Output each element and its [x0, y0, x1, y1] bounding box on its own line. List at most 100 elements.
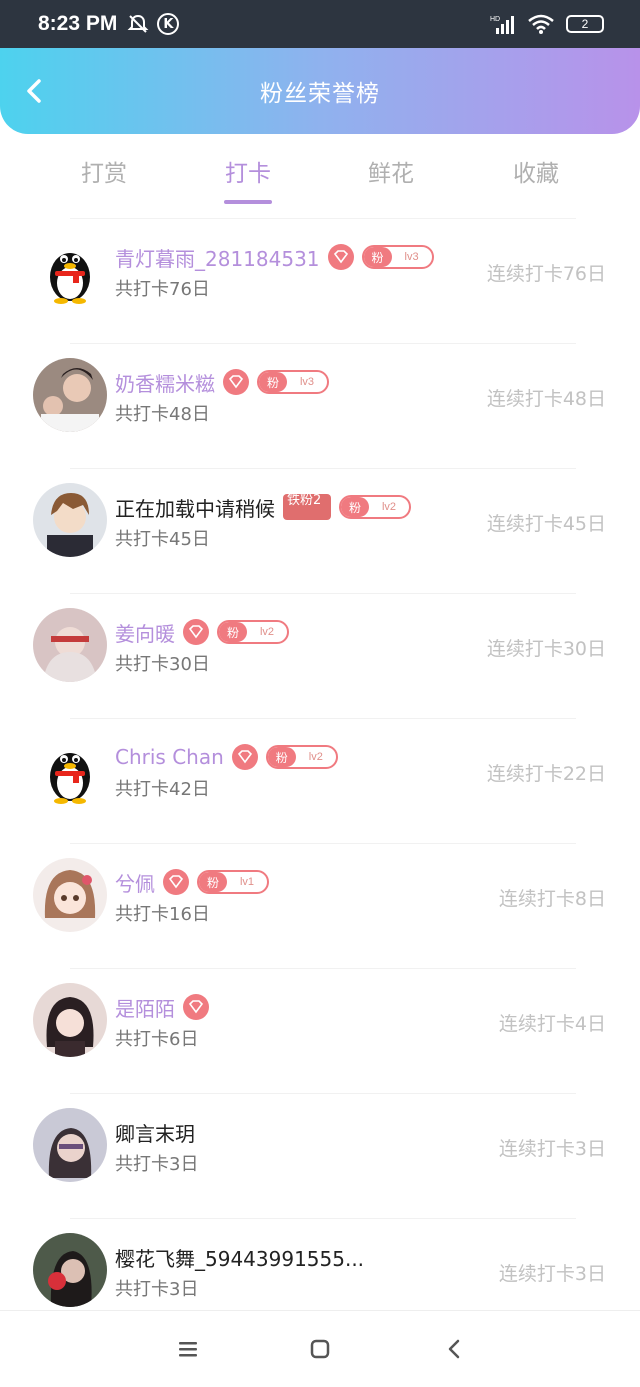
streak-checkin: 连续打卡76日 — [486, 263, 606, 285]
status-right-icons: HD 2 — [490, 14, 604, 34]
diamond-icon — [183, 619, 209, 645]
list-item[interactable]: 卿言末玥 共打卡3日 连续打卡3日 — [0, 1094, 640, 1219]
tab-label: 鲜花 — [368, 161, 414, 187]
level-label: lv3 — [404, 251, 419, 263]
fan-level-badge: 粉 lv3 — [257, 370, 329, 394]
iron-fan-badge: 铁粉2 — [283, 494, 331, 520]
level-label: lv2 — [259, 626, 275, 638]
user-name[interactable]: 兮佩 — [115, 868, 155, 897]
total-checkin: 共打卡6日 — [115, 1029, 199, 1050]
total-checkin: 共打卡3日 — [115, 1154, 199, 1175]
page-title: 粉丝荣誉榜 — [260, 81, 380, 107]
avatar[interactable] — [33, 1233, 107, 1307]
list-item[interactable]: 是陌陌 共打卡6日 连续打卡4日 — [0, 969, 640, 1094]
list-item[interactable]: 正在加载中请稍候 铁粉2 粉 lv2 共打卡45日 连续打卡45日 — [0, 469, 640, 594]
user-name[interactable]: Chris Chan — [115, 745, 224, 769]
avatar[interactable] — [33, 233, 107, 307]
home-icon[interactable] — [308, 1337, 332, 1361]
streak-checkin: 连续打卡4日 — [498, 1013, 606, 1035]
user-name[interactable]: 卿言末玥 — [115, 1118, 195, 1147]
fan-list: 青灯暮雨_281184531 粉 lv3 共打卡76日 连续打卡76日 奶香糯米糍… — [0, 219, 640, 1344]
name-line: 兮佩 粉 lv1 — [115, 868, 269, 896]
user-name[interactable]: 正在加载中请稍候 — [115, 493, 275, 522]
streak-checkin: 连续打卡22日 — [486, 763, 606, 785]
avatar[interactable] — [33, 858, 107, 932]
diamond-icon — [231, 744, 258, 770]
total-checkin: 共打卡30日 — [115, 654, 210, 675]
system-nav-bar — [0, 1310, 640, 1387]
avatar[interactable] — [33, 358, 107, 432]
user-name[interactable]: 是陌陌 — [115, 993, 175, 1022]
streak-checkin: 连续打卡30日 — [486, 638, 606, 660]
status-time: 8:23 PM — [38, 12, 118, 35]
fan-level-badge: 粉 lv2 — [217, 620, 289, 644]
tab-label: 打卡 — [225, 161, 271, 187]
qq-penguin-icon — [33, 733, 107, 807]
fan-level-badge: 粉 lv2 — [265, 745, 338, 769]
hd-label: HD — [490, 16, 500, 23]
avatar[interactable] — [33, 983, 107, 1057]
tab-favorites[interactable]: 收藏 — [476, 154, 596, 188]
fan-label: 粉 — [341, 497, 369, 517]
total-checkin: 共打卡48日 — [115, 404, 210, 425]
diamond-icon — [163, 869, 189, 895]
user-photo-icon — [33, 608, 107, 682]
fan-level-badge: 粉 lv1 — [197, 870, 269, 894]
fan-label: 粉 — [259, 372, 287, 392]
diamond-icon — [327, 244, 354, 270]
anime-avatar-icon — [33, 858, 107, 932]
list-item[interactable]: 姜向暖 粉 lv2 共打卡30日 连续打卡30日 — [0, 594, 640, 719]
list-item[interactable]: 奶香糯米糍 粉 lv3 共打卡48日 连续打卡48日 — [0, 344, 640, 469]
tab-label: 打赏 — [81, 161, 127, 187]
fan-level-badge: 粉 lv3 — [361, 245, 434, 269]
status-left-icons: K — [127, 13, 180, 35]
active-tab-indicator — [224, 200, 272, 204]
list-item[interactable]: Chris Chan 粉 lv2 共打卡42日 连续打卡22日 — [0, 719, 640, 844]
wifi-icon — [528, 14, 554, 34]
fan-level-badge: 粉 lv2 — [339, 495, 411, 519]
tab-checkin[interactable]: 打卡 — [188, 154, 308, 204]
streak-checkin: 连续打卡45日 — [486, 513, 606, 535]
avatar[interactable] — [33, 733, 107, 807]
tab-label: 收藏 — [513, 161, 559, 187]
tab-bar: 打赏 打卡 鲜花 收藏 — [0, 134, 640, 218]
fan-label: 粉 — [267, 747, 296, 767]
menu-icon[interactable] — [176, 1337, 200, 1361]
anime-avatar-icon — [33, 483, 107, 557]
name-line: 正在加载中请稍候 铁粉2 粉 lv2 — [115, 493, 411, 521]
tab-flowers[interactable]: 鲜花 — [331, 154, 451, 188]
name-line: 青灯暮雨_281184531 粉 lv3 — [115, 243, 434, 271]
name-line: Chris Chan 粉 lv2 — [115, 743, 338, 771]
level-label: lv3 — [299, 376, 315, 388]
user-name[interactable]: 青灯暮雨_281184531 — [115, 243, 320, 272]
name-line: 樱花飞舞_59443991555... — [115, 1243, 364, 1271]
total-checkin: 共打卡3日 — [115, 1279, 199, 1300]
streak-checkin: 连续打卡3日 — [498, 1138, 606, 1160]
name-line: 卿言末玥 — [115, 1118, 195, 1146]
list-item[interactable]: 青灯暮雨_281184531 粉 lv3 共打卡76日 连续打卡76日 — [0, 219, 640, 344]
level-label: lv2 — [381, 501, 397, 513]
signal-icon: HD — [490, 16, 514, 34]
total-checkin: 共打卡45日 — [115, 529, 210, 550]
name-line: 是陌陌 — [115, 993, 209, 1021]
tab-reward[interactable]: 打赏 — [44, 154, 164, 188]
streak-checkin: 连续打卡8日 — [498, 888, 606, 910]
total-checkin: 共打卡16日 — [115, 904, 210, 925]
level-label: lv1 — [239, 876, 255, 888]
status-bar: 8:23 PM K HD 2 — [0, 0, 640, 48]
back-icon[interactable] — [442, 1337, 466, 1361]
list-item[interactable]: 兮佩 粉 lv1 共打卡16日 连续打卡8日 — [0, 844, 640, 969]
name-line: 姜向暖 粉 lv2 — [115, 618, 289, 646]
user-photo-icon — [33, 358, 107, 432]
user-photo-icon — [33, 1233, 107, 1307]
battery-icon: 2 — [566, 15, 604, 33]
avatar[interactable] — [33, 1108, 107, 1182]
avatar[interactable] — [33, 608, 107, 682]
user-name[interactable]: 奶香糯米糍 — [115, 368, 215, 397]
streak-checkin: 连续打卡3日 — [498, 1263, 606, 1285]
back-arrow-icon[interactable] — [20, 76, 50, 106]
user-name[interactable]: 姜向暖 — [115, 618, 175, 647]
user-name[interactable]: 樱花飞舞_59443991555... — [115, 1243, 364, 1272]
avatar[interactable] — [33, 483, 107, 557]
user-photo-icon — [33, 1108, 107, 1182]
